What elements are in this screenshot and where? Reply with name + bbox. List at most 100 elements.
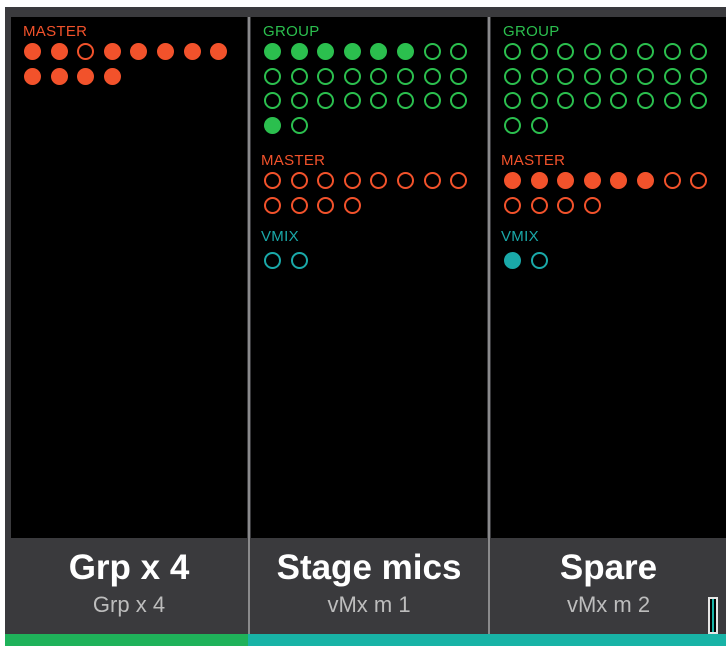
master-assign-dot[interactable] bbox=[557, 196, 575, 214]
master-assign-dot[interactable] bbox=[77, 43, 95, 60]
master-assign-dot[interactable] bbox=[450, 172, 468, 189]
master-assign-dot[interactable] bbox=[210, 43, 228, 60]
group-bus-bar bbox=[5, 634, 248, 646]
group-assign-dot[interactable] bbox=[504, 92, 521, 110]
group-assign-dot[interactable] bbox=[450, 92, 468, 110]
master-assign-dot[interactable] bbox=[103, 67, 121, 85]
master-assign-dot[interactable] bbox=[637, 172, 654, 189]
group-assign-dot[interactable] bbox=[264, 67, 281, 85]
group-assign-dot[interactable] bbox=[530, 67, 548, 85]
group-assign-dot[interactable] bbox=[423, 43, 441, 60]
vmix-assign-dot[interactable] bbox=[530, 252, 548, 269]
group-assign-dot[interactable] bbox=[610, 92, 628, 110]
group-assign-dot[interactable] bbox=[264, 92, 281, 110]
master-assign-dot[interactable] bbox=[343, 196, 361, 214]
channel-strip-stage-mics[interactable]: GROUP MASTER VMIX bbox=[251, 17, 487, 538]
mixer-panel: MASTER GROUP MASTER VMIX GROUP MASTER VM… bbox=[5, 7, 726, 646]
group-assign-dot[interactable] bbox=[557, 43, 575, 60]
master-assign-dot[interactable] bbox=[663, 172, 681, 189]
group-assign-dot[interactable] bbox=[343, 92, 361, 110]
group-assign-dot[interactable] bbox=[690, 92, 708, 110]
master-assign-dot[interactable] bbox=[530, 196, 548, 214]
group-assign-dot[interactable] bbox=[397, 92, 414, 110]
strip-name-plate[interactable]: Grp x 4 Grp x 4 bbox=[11, 538, 247, 634]
master-assign-dot[interactable] bbox=[610, 172, 628, 189]
master-assign-dot[interactable] bbox=[103, 43, 121, 60]
group-assign-dot[interactable] bbox=[450, 67, 468, 85]
master-assign-dot[interactable] bbox=[50, 67, 68, 85]
group-assign-dot[interactable] bbox=[610, 43, 628, 60]
group-assign-dot[interactable] bbox=[450, 43, 468, 60]
group-assign-dot[interactable] bbox=[264, 43, 281, 60]
vmix-assign-dot[interactable] bbox=[290, 252, 308, 269]
master-assign-dot[interactable] bbox=[504, 196, 521, 214]
master-assign-dot[interactable] bbox=[317, 172, 335, 189]
group-assign-dot[interactable] bbox=[397, 43, 414, 60]
master-assign-dot[interactable] bbox=[557, 172, 575, 189]
group-assign-dot[interactable] bbox=[343, 67, 361, 85]
group-assign-dot[interactable] bbox=[317, 67, 335, 85]
master-assign-dot[interactable] bbox=[370, 172, 388, 189]
group-assign-dot[interactable] bbox=[290, 92, 308, 110]
master-assign-dot[interactable] bbox=[77, 67, 95, 85]
group-assign-dot[interactable] bbox=[423, 92, 441, 110]
group-assign-dot[interactable] bbox=[504, 43, 521, 60]
group-assign-dot[interactable] bbox=[317, 92, 335, 110]
master-assign-dot[interactable] bbox=[583, 196, 601, 214]
master-assign-dot[interactable] bbox=[290, 196, 308, 214]
master-assign-dot[interactable] bbox=[317, 196, 335, 214]
master-assign-dot[interactable] bbox=[397, 172, 414, 189]
strip-name-plate[interactable]: Stage mics vMx m 1 bbox=[251, 538, 487, 634]
group-assign-dot[interactable] bbox=[370, 67, 388, 85]
master-assign-dot[interactable] bbox=[504, 172, 521, 189]
group-assign-dot[interactable] bbox=[610, 67, 628, 85]
vmix-assign-dot[interactable] bbox=[264, 252, 281, 269]
master-assign-dot[interactable] bbox=[130, 43, 148, 60]
master-assign-dot[interactable] bbox=[343, 172, 361, 189]
group-assign-dot[interactable] bbox=[343, 43, 361, 60]
group-assign-dot[interactable] bbox=[504, 116, 521, 134]
channel-strip-grp-x-4[interactable]: MASTER bbox=[11, 17, 247, 538]
group-assign-dot[interactable] bbox=[637, 43, 654, 60]
master-assign-dot[interactable] bbox=[24, 43, 41, 60]
master-assign-dot[interactable] bbox=[264, 172, 281, 189]
group-assign-dot[interactable] bbox=[530, 43, 548, 60]
channel-strip-spare[interactable]: GROUP MASTER VMIX bbox=[491, 17, 726, 538]
group-assign-dot[interactable] bbox=[690, 43, 708, 60]
vmix-assign-dot[interactable] bbox=[504, 252, 521, 269]
group-assign-dot[interactable] bbox=[530, 116, 548, 134]
master-assign-dot[interactable] bbox=[583, 172, 601, 189]
group-assign-dot[interactable] bbox=[264, 116, 281, 134]
master-assign-dot[interactable] bbox=[690, 172, 708, 189]
group-assign-dot[interactable] bbox=[530, 92, 548, 110]
group-assign-dot[interactable] bbox=[637, 67, 654, 85]
master-assign-dot[interactable] bbox=[183, 43, 201, 60]
group-assign-dot[interactable] bbox=[663, 67, 681, 85]
group-assign-dot[interactable] bbox=[290, 67, 308, 85]
master-assign-dot[interactable] bbox=[157, 43, 174, 60]
master-assign-dot[interactable] bbox=[50, 43, 68, 60]
master-assign-dot[interactable] bbox=[530, 172, 548, 189]
strip-name-plate[interactable]: Spare vMx m 2 bbox=[491, 538, 726, 634]
group-assign-dot[interactable] bbox=[557, 92, 575, 110]
master-assign-dot[interactable] bbox=[24, 67, 41, 85]
group-assign-dot[interactable] bbox=[663, 92, 681, 110]
group-assign-dot[interactable] bbox=[317, 43, 335, 60]
group-assign-dot[interactable] bbox=[504, 67, 521, 85]
group-assign-dot[interactable] bbox=[637, 92, 654, 110]
group-assign-dot[interactable] bbox=[663, 43, 681, 60]
group-assign-dot[interactable] bbox=[370, 92, 388, 110]
master-assign-dot[interactable] bbox=[290, 172, 308, 189]
group-assign-dot[interactable] bbox=[583, 67, 601, 85]
group-assign-dot[interactable] bbox=[690, 67, 708, 85]
group-assign-dot[interactable] bbox=[370, 43, 388, 60]
group-assign-dot[interactable] bbox=[397, 67, 414, 85]
master-assign-dot[interactable] bbox=[264, 196, 281, 214]
group-assign-dot[interactable] bbox=[583, 43, 601, 60]
group-assign-dot[interactable] bbox=[423, 67, 441, 85]
group-assign-dot[interactable] bbox=[583, 92, 601, 110]
group-assign-dot[interactable] bbox=[290, 43, 308, 60]
group-assign-dot[interactable] bbox=[290, 116, 308, 134]
group-assign-dot[interactable] bbox=[557, 67, 575, 85]
master-assign-dot[interactable] bbox=[423, 172, 441, 189]
